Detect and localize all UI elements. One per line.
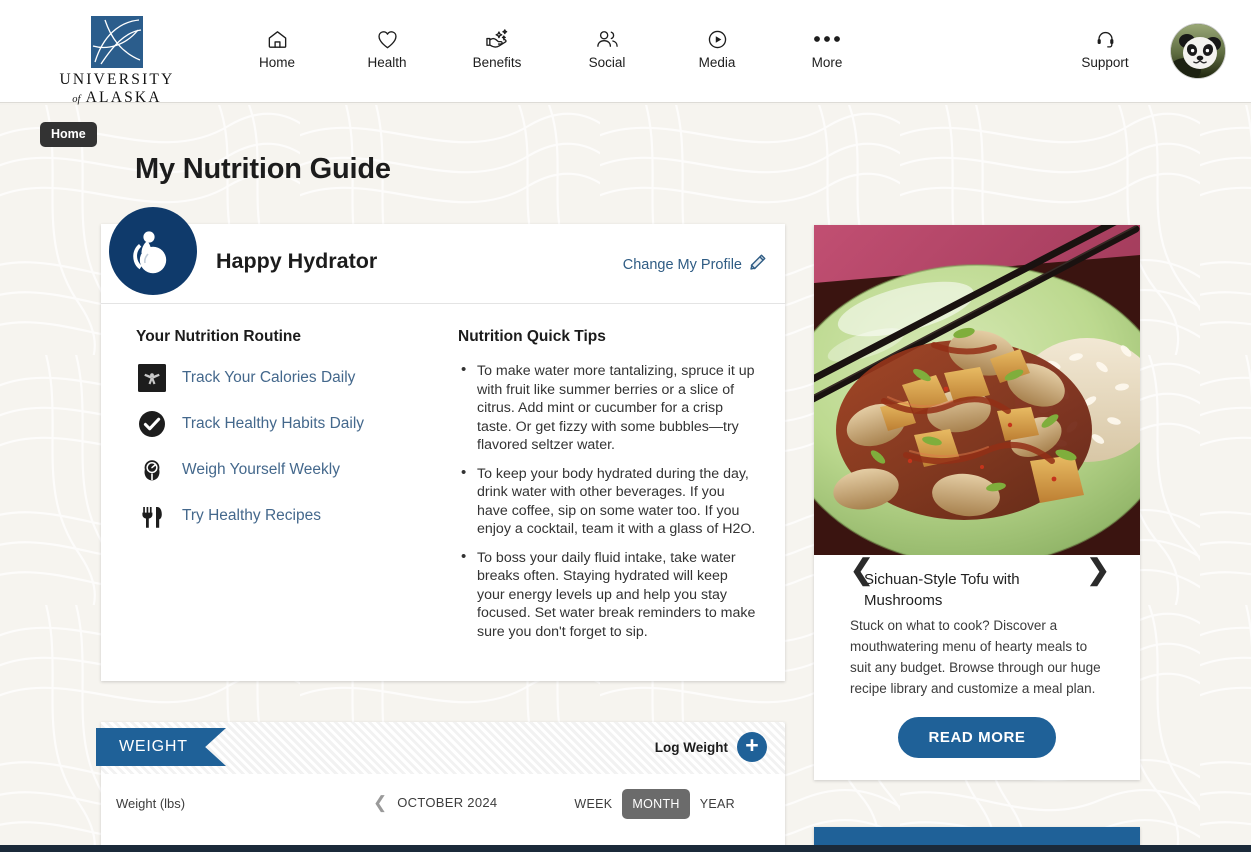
logo-line-university: UNIVERSITY <box>59 71 175 88</box>
tip-item: To keep your body hydrated during the da… <box>458 464 758 539</box>
routine-label-weigh: Weigh Yourself Weekly <box>182 461 340 478</box>
range-option-year[interactable]: YEAR <box>690 789 745 819</box>
range-option-week[interactable]: WEEK <box>564 789 622 819</box>
chevron-left-icon[interactable]: ❮ <box>850 555 873 585</box>
nav-label-more: More <box>811 55 843 70</box>
main-content: Happy Hydrator Change My Profile Your Nu… <box>0 0 1251 852</box>
page-bottom-strip <box>0 845 1251 852</box>
headset-icon <box>1063 24 1147 54</box>
tip-item: To boss your daily fluid intake, take wa… <box>458 548 758 642</box>
nav-item-social[interactable]: Social <box>552 24 662 72</box>
profile-name: Happy Hydrator <box>216 249 378 273</box>
nav-item-media[interactable]: Media <box>662 24 772 72</box>
top-navigation-bar: UNIVERSITY of ALASKA Home Health Benefit… <box>0 0 1251 106</box>
recipe-card: ❮ ❯ Sichuan-Style Tofu with Mushrooms St… <box>814 225 1140 780</box>
plus-circle-icon: + <box>737 732 767 762</box>
fork-knife-icon <box>136 500 168 532</box>
ellipsis-icon <box>772 24 882 54</box>
heart-icon <box>332 24 442 54</box>
tips-list: To make water more tantalizing, spruce i… <box>458 361 758 642</box>
check-circle-icon <box>136 408 168 440</box>
routine-item-calories[interactable]: Track Your Calories Daily <box>136 362 436 394</box>
breadcrumb[interactable]: Home <box>40 122 97 147</box>
logo-of-word: of <box>72 94 81 105</box>
play-circle-icon <box>662 24 772 54</box>
month-navigation[interactable]: ❮ OCTOBER 2024 <box>373 794 497 811</box>
nutrition-tips-section: Nutrition Quick Tips To make water more … <box>458 328 758 651</box>
ua-logo-mark-icon <box>91 16 143 68</box>
change-profile-label: Change My Profile <box>622 256 742 273</box>
nav-label-media: Media <box>698 55 736 70</box>
routine-label-habits: Track Healthy Habits Daily <box>182 415 365 432</box>
chevron-right-icon[interactable]: ❯ <box>1087 555 1110 585</box>
nav-item-home[interactable]: Home <box>222 24 332 72</box>
recipe-description: Stuck on what to cook? Discover a mouthw… <box>850 618 1101 696</box>
recipe-title: Sichuan-Style Tofu with Mushrooms <box>864 571 1020 609</box>
logo-line-alaska: of ALASKA <box>44 89 190 109</box>
tips-heading: Nutrition Quick Tips <box>458 328 606 345</box>
change-profile-button[interactable]: Change My Profile <box>623 253 767 276</box>
profile-card-header: Happy Hydrator Change My Profile <box>101 207 785 304</box>
routine-item-weigh[interactable]: Weigh Yourself Weekly <box>136 454 436 486</box>
tip-item: To make water more tantalizing, spruce i… <box>458 361 758 455</box>
read-more-button[interactable]: READ MORE <box>898 717 1056 758</box>
chevron-left-icon[interactable]: ❮ <box>373 794 387 811</box>
home-icon <box>222 24 332 54</box>
nav-label-benefits: Benefits <box>472 55 522 70</box>
people-icon <box>552 24 662 54</box>
range-option-month[interactable]: MONTH <box>622 789 690 819</box>
profile-card-body: Your Nutrition Routine Track Your Calori… <box>101 304 785 681</box>
weight-axis-label: Weight (lbs) <box>116 796 186 811</box>
university-logo[interactable]: UNIVERSITY of ALASKA <box>44 16 190 109</box>
primary-nav-list: Home Health Benefits Social Media More <box>222 24 882 72</box>
pencil-icon <box>748 253 767 276</box>
scale-icon <box>136 454 168 486</box>
hand-sparkle-icon <box>442 24 552 54</box>
month-label: OCTOBER 2024 <box>397 795 498 810</box>
log-weight-label: Log Weight <box>654 739 728 755</box>
recipe-photo <box>814 225 1140 555</box>
routine-item-habits[interactable]: Track Healthy Habits Daily <box>136 408 436 440</box>
weight-card: WEIGHT Log Weight + Weight (lbs) ❮ OCTOB… <box>96 722 785 852</box>
routine-heading: Your Nutrition Routine <box>136 328 302 345</box>
nav-label-home: Home <box>258 55 295 70</box>
routine-label-calories: Track Your Calories Daily <box>182 369 356 386</box>
support-button[interactable]: Support <box>1063 24 1147 72</box>
support-label: Support <box>1081 55 1129 70</box>
nutrition-profile-card: Happy Hydrator Change My Profile Your Nu… <box>101 207 785 681</box>
log-weight-button[interactable]: Log Weight + <box>655 732 767 762</box>
nav-item-health[interactable]: Health <box>332 24 442 72</box>
nav-item-more[interactable]: More <box>772 24 882 72</box>
nav-label-social: Social <box>588 55 626 70</box>
water-pitcher-icon <box>109 207 197 295</box>
nav-item-benefits[interactable]: Benefits <box>442 24 552 72</box>
logo-alaska-word: ALASKA <box>85 89 162 106</box>
routine-item-recipes[interactable]: Try Healthy Recipes <box>136 500 436 532</box>
routine-label-recipes: Try Healthy Recipes <box>182 507 321 524</box>
weight-controls: Weight (lbs) ❮ OCTOBER 2024 WEEK MONTH Y… <box>101 780 785 840</box>
avatar[interactable] <box>1171 24 1225 78</box>
recipe-card-body: ❮ ❯ Sichuan-Style Tofu with Mushrooms St… <box>814 555 1140 780</box>
calorie-tracker-icon <box>136 362 168 394</box>
nutrition-routine-section: Your Nutrition Routine Track Your Calori… <box>136 328 436 651</box>
nav-label-health: Health <box>367 55 407 70</box>
range-toggle-group: WEEK MONTH YEAR <box>564 789 745 819</box>
